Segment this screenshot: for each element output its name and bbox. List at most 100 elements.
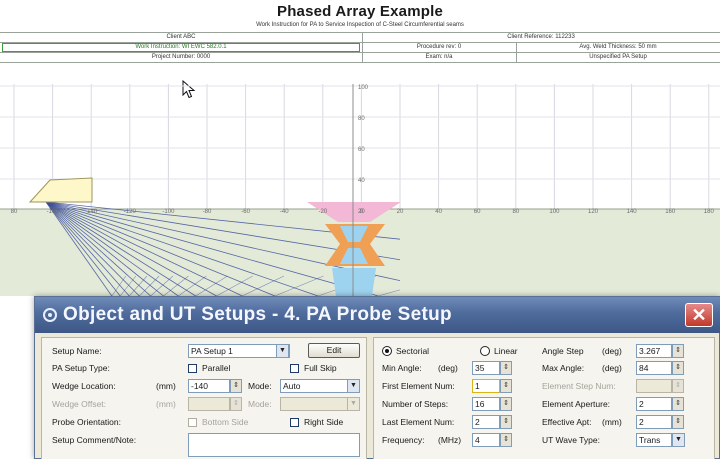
weld-bottom-zone [332, 268, 376, 296]
work-instruction-cell[interactable]: Work Instruction: WI EWC 582.0.1 [0, 42, 362, 52]
frequency-label: Frequency: [382, 435, 425, 445]
linear-radio[interactable] [480, 346, 490, 356]
x-tick-label: 160 [665, 209, 676, 215]
mode2-combo[interactable] [280, 397, 348, 411]
number-of-steps-spinner[interactable]: ⇕ [500, 397, 512, 411]
probe-orientation-label: Probe Orientation: [52, 417, 121, 427]
bottom-side-checkbox[interactable] [188, 418, 197, 427]
x-tick-label: 100 [549, 209, 560, 215]
element-aperture-input[interactable]: 2 [636, 397, 672, 411]
mode-label: Mode: [248, 381, 272, 391]
document-subtitle: Work Instruction for PA to Service Inspe… [256, 22, 464, 28]
parallel-label: Parallel [202, 363, 231, 373]
number-of-steps-input[interactable]: 16 [472, 397, 500, 411]
y-tick-label: 100 [358, 85, 369, 91]
x-tick-label: 80 [512, 209, 519, 215]
sectorial-radio[interactable] [382, 346, 392, 356]
min-angle-label: Min Angle: [382, 363, 422, 373]
client-reference-cell: Client Reference: 112233 [507, 34, 575, 40]
angle-step-input[interactable]: 3.267 [636, 344, 672, 358]
element-aperture-label: Element Aperture: [542, 399, 611, 409]
chevron-down-icon[interactable]: ▼ [347, 397, 360, 411]
wall-thickness-cell: Avg. Weld Thickness: 50 mm [579, 44, 657, 50]
element-step-spinner[interactable]: ⇕ [672, 379, 684, 393]
header-rule [0, 62, 720, 63]
x-tick-label: 180 [704, 209, 715, 215]
element-step-label: Element Step Num: [542, 381, 616, 391]
full-skip-checkbox[interactable] [290, 364, 299, 373]
y-tick-label: 60 [358, 147, 365, 153]
pa-setup-type-label: PA Setup Type: [52, 363, 110, 373]
max-angle-label: Max Angle: [542, 363, 585, 373]
wedge-offset-unit: (mm) [156, 399, 176, 409]
max-angle-spinner[interactable]: ⇕ [672, 361, 684, 375]
dialog-title: Object and UT Setups - 4. PA Probe Setup [63, 304, 452, 325]
last-element-input[interactable]: 2 [472, 415, 500, 429]
y-tick-label: 80 [358, 116, 365, 122]
document-title: Phased Array Example [276, 3, 444, 20]
procedure-cell: Procedure rev: 0 [416, 44, 462, 50]
setup-state-cell: Unspecified PA Setup [589, 54, 647, 60]
dialog-title-bar[interactable]: Object and UT Setups - 4. PA Probe Setup… [35, 297, 720, 333]
x-tick-label: 120 [588, 209, 599, 215]
x-tick-label: 140 [627, 209, 638, 215]
right-side-checkbox[interactable] [290, 418, 299, 427]
frequency-input[interactable]: 4 [472, 433, 500, 447]
wedge-location-input[interactable]: -140 [188, 379, 230, 393]
chevron-down-icon[interactable]: ▼ [672, 433, 685, 447]
wedge-location-spinner[interactable]: ⇕ [230, 379, 242, 393]
x-tick-label: -100 [162, 209, 175, 215]
effective-apt-input[interactable]: 2 [636, 415, 672, 429]
ut-wave-type-combo[interactable]: Trans [636, 433, 672, 447]
min-angle-input[interactable]: 35 [472, 361, 500, 375]
ut-wave-type-label: UT Wave Type: [542, 435, 600, 445]
chevron-down-icon[interactable]: ▼ [276, 344, 289, 358]
x-tick-label: 80 [11, 209, 18, 215]
setup-name-combo[interactable]: PA Setup 1 [188, 344, 290, 358]
edit-button[interactable]: Edit [308, 343, 360, 358]
frequency-unit: (MHz) [438, 435, 462, 445]
project-number-cell: Project Number: 0000 [151, 54, 211, 60]
mode-combo[interactable]: Auto [280, 379, 348, 393]
weld-geometry-drawing: 80 -160 -140 -120 -100 -80 -60 -40 -20 0 20 40 60 80 1… [0, 84, 720, 296]
effective-apt-unit: (mm) [602, 417, 622, 427]
x-tick-label: -40 [280, 209, 289, 215]
setup-name-label: Setup Name: [52, 346, 102, 356]
setup-comment-label: Setup Comment/Note: [52, 435, 137, 445]
bottom-side-label: Bottom Side [202, 417, 249, 427]
wedge-offset-input[interactable] [188, 397, 230, 411]
probe-wedge [28, 177, 93, 203]
right-side-label: Right Side [304, 417, 344, 427]
mode2-label: Mode: [248, 399, 272, 409]
wedge-location-label: Wedge Location: [52, 381, 116, 391]
last-element-label: Last Element Num: [382, 417, 455, 427]
y-axis-ticks: 100 80 60 40 20 [358, 85, 369, 215]
first-element-input[interactable]: 1 [472, 379, 500, 393]
x-tick-label: -60 [241, 209, 250, 215]
last-element-spinner[interactable]: ⇕ [500, 415, 512, 429]
full-skip-label: Full Skip [304, 363, 337, 373]
element-aperture-spinner[interactable]: ⇕ [672, 397, 684, 411]
element-step-input[interactable] [636, 379, 672, 393]
parallel-checkbox[interactable] [188, 364, 197, 373]
angle-step-unit: (deg) [602, 346, 622, 356]
setup-comment-input[interactable] [188, 433, 360, 457]
wedge-offset-spinner[interactable]: ⇕ [230, 397, 242, 411]
wedge-offset-label: Wedge Offset: [52, 399, 107, 409]
frequency-spinner[interactable]: ⇕ [500, 433, 512, 447]
angle-step-spinner[interactable]: ⇕ [672, 344, 684, 358]
number-of-steps-label: Number of Steps: [382, 399, 449, 409]
min-angle-unit: (deg) [438, 363, 458, 373]
max-angle-input[interactable]: 84 [636, 361, 672, 375]
effective-apt-spinner[interactable]: ⇕ [672, 415, 684, 429]
x-tick-label: -160 [47, 209, 60, 215]
chevron-down-icon[interactable]: ▼ [347, 379, 360, 393]
close-button[interactable]: ✕ [685, 303, 713, 327]
first-element-spinner[interactable]: ⇕ [500, 379, 512, 393]
x-tick-label: -80 [203, 209, 212, 215]
sectorial-label: Sectorial [396, 346, 430, 356]
pa-probe-setup-dialog: Object and UT Setups - 4. PA Probe Setup… [34, 296, 720, 459]
min-angle-spinner[interactable]: ⇕ [500, 361, 512, 375]
angle-step-label: Angle Step [542, 346, 584, 356]
inspection-header-sheet: Phased Array Example Work Instruction fo… [0, 0, 720, 99]
